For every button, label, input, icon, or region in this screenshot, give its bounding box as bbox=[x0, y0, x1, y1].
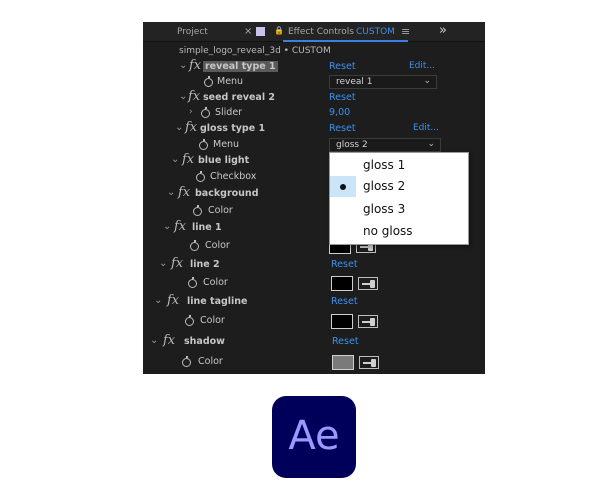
effect-row-line-tagline[interactable]: ⌄ fx line tagline Reset bbox=[143, 293, 485, 311]
select-value: reveal 1 bbox=[336, 77, 373, 87]
effect-name: shadow bbox=[184, 336, 225, 347]
property-label: Color bbox=[200, 315, 225, 326]
chevron-down-icon[interactable]: ⌄ bbox=[179, 60, 187, 71]
fx-icon[interactable]: fx bbox=[174, 219, 186, 234]
fx-icon[interactable]: fx bbox=[167, 293, 179, 308]
property-label: Menu bbox=[213, 139, 240, 150]
stopwatch-icon[interactable] bbox=[188, 277, 197, 288]
reset-link[interactable]: Reset bbox=[329, 92, 356, 103]
effect-name: background bbox=[195, 188, 259, 199]
fx-icon[interactable]: fx bbox=[185, 120, 197, 135]
reset-link[interactable]: Reset bbox=[331, 259, 358, 270]
effect-name: blue light bbox=[198, 155, 250, 166]
stopwatch-icon[interactable] bbox=[190, 240, 199, 251]
chevron-down-icon[interactable]: ⌄ bbox=[175, 122, 183, 133]
effect-name: reveal type 1 bbox=[203, 61, 278, 72]
composition-icon bbox=[256, 27, 265, 36]
option-label: gloss 2 bbox=[363, 179, 406, 193]
fx-icon[interactable]: fx bbox=[188, 89, 200, 104]
property-label: Color bbox=[198, 356, 223, 367]
color-swatch[interactable] bbox=[332, 355, 354, 370]
reset-link[interactable]: Reset bbox=[329, 61, 356, 72]
chevron-down-icon: ⌄ bbox=[427, 139, 435, 149]
effect-row-shadow[interactable]: ⌄ fx shadow Reset bbox=[143, 333, 485, 351]
active-tab-indicator bbox=[283, 40, 408, 42]
effect-row-seed-reveal-2[interactable]: ⌄ fx seed reveal 2 Reset bbox=[143, 89, 485, 107]
effect-name: gloss type 1 bbox=[200, 123, 266, 134]
tab-effect-controls[interactable]: Effect Controls bbox=[288, 27, 354, 37]
gloss-type-select[interactable]: gloss 2 ⌄ bbox=[329, 138, 441, 152]
dropdown-option[interactable]: gloss 3 bbox=[330, 199, 468, 220]
fx-icon[interactable]: fx bbox=[178, 185, 190, 200]
option-label: gloss 3 bbox=[363, 202, 406, 216]
close-icon[interactable]: × bbox=[244, 26, 252, 37]
selected-dot-icon bbox=[340, 184, 346, 190]
dropdown-option-selected[interactable]: gloss 2 bbox=[330, 176, 468, 197]
chevron-right-icon[interactable]: › bbox=[189, 107, 193, 117]
option-label: gloss 1 bbox=[363, 158, 406, 172]
eyedropper-icon[interactable] bbox=[358, 277, 378, 290]
dropdown-option[interactable]: gloss 1 bbox=[330, 155, 468, 176]
property-label: Color bbox=[208, 205, 233, 216]
stopwatch-icon[interactable] bbox=[185, 315, 194, 326]
composition-title: simple_logo_reveal_3d • CUSTOM bbox=[179, 46, 331, 56]
effect-name: line 1 bbox=[192, 222, 222, 233]
property-label: Checkbox bbox=[210, 171, 257, 182]
panel-tab-bar: Project × 🔒 Effect Controls CUSTOM ≡ » bbox=[143, 22, 485, 42]
effect-name: seed reveal 2 bbox=[203, 92, 275, 103]
dropdown-option[interactable]: no gloss bbox=[330, 221, 468, 242]
select-value: gloss 2 bbox=[336, 140, 368, 150]
fx-icon[interactable]: fx bbox=[171, 256, 183, 271]
stopwatch-icon[interactable] bbox=[199, 139, 208, 150]
effect-row-line-2[interactable]: ⌄ fx line 2 Reset bbox=[143, 256, 485, 274]
effect-row-reveal-type-1[interactable]: ⌄ fx reveal type 1 Reset Edit... bbox=[143, 58, 485, 76]
property-label: Menu bbox=[217, 76, 244, 87]
stopwatch-icon[interactable] bbox=[201, 107, 210, 118]
property-row-color: Color bbox=[143, 314, 485, 330]
stopwatch-icon[interactable] bbox=[204, 76, 213, 87]
chevron-down-icon[interactable]: ⌄ bbox=[167, 187, 175, 198]
chevron-down-icon: ⌄ bbox=[423, 76, 431, 86]
stopwatch-icon[interactable] bbox=[196, 171, 205, 182]
gloss-type-dropdown: gloss 1 gloss 2 gloss 3 no gloss bbox=[329, 152, 469, 245]
effect-name: line 2 bbox=[190, 259, 220, 270]
slider-value[interactable]: 9,00 bbox=[329, 107, 350, 118]
tab-project[interactable]: Project bbox=[177, 27, 208, 37]
chevron-down-icon[interactable]: ⌄ bbox=[179, 91, 187, 102]
chevron-down-icon[interactable]: ⌄ bbox=[154, 295, 162, 306]
stopwatch-icon[interactable] bbox=[182, 356, 191, 367]
reset-link[interactable]: Reset bbox=[331, 296, 358, 307]
chevron-down-icon[interactable]: ⌄ bbox=[171, 154, 179, 165]
eyedropper-icon[interactable] bbox=[358, 315, 378, 328]
fx-icon[interactable]: fx bbox=[189, 58, 201, 73]
reveal-type-select[interactable]: reveal 1 ⌄ bbox=[329, 75, 437, 89]
panel-menu-icon[interactable]: ≡ bbox=[401, 25, 410, 38]
fx-icon[interactable]: fx bbox=[163, 333, 175, 348]
lock-icon[interactable]: 🔒 bbox=[274, 26, 284, 35]
effect-row-gloss-type-1[interactable]: ⌄ fx gloss type 1 Reset Edit... bbox=[143, 120, 485, 138]
edit-link[interactable]: Edit... bbox=[409, 61, 435, 71]
color-swatch[interactable] bbox=[331, 314, 353, 329]
stopwatch-icon[interactable] bbox=[193, 205, 202, 216]
property-label: Color bbox=[203, 277, 228, 288]
eyedropper-icon[interactable] bbox=[359, 356, 379, 369]
chevron-down-icon[interactable]: ⌄ bbox=[159, 258, 167, 269]
property-row-color: Color bbox=[143, 355, 485, 371]
logo-text: Ae bbox=[288, 413, 340, 459]
reset-link[interactable]: Reset bbox=[329, 123, 356, 134]
expand-panels-icon[interactable]: » bbox=[439, 23, 447, 38]
reset-link[interactable]: Reset bbox=[332, 336, 359, 347]
tab-custom-label: CUSTOM bbox=[356, 27, 395, 37]
chevron-down-icon[interactable]: ⌄ bbox=[163, 221, 171, 232]
effect-name: line tagline bbox=[187, 296, 248, 307]
fx-icon[interactable]: fx bbox=[182, 152, 194, 167]
after-effects-logo: Ae bbox=[272, 396, 356, 478]
property-row-color: Color bbox=[143, 276, 485, 292]
edit-link[interactable]: Edit... bbox=[413, 123, 439, 133]
property-label: Color bbox=[205, 240, 230, 251]
option-label: no gloss bbox=[363, 224, 413, 238]
color-swatch[interactable] bbox=[331, 276, 353, 291]
property-label: Slider bbox=[215, 107, 243, 118]
chevron-down-icon[interactable]: ⌄ bbox=[150, 335, 158, 346]
